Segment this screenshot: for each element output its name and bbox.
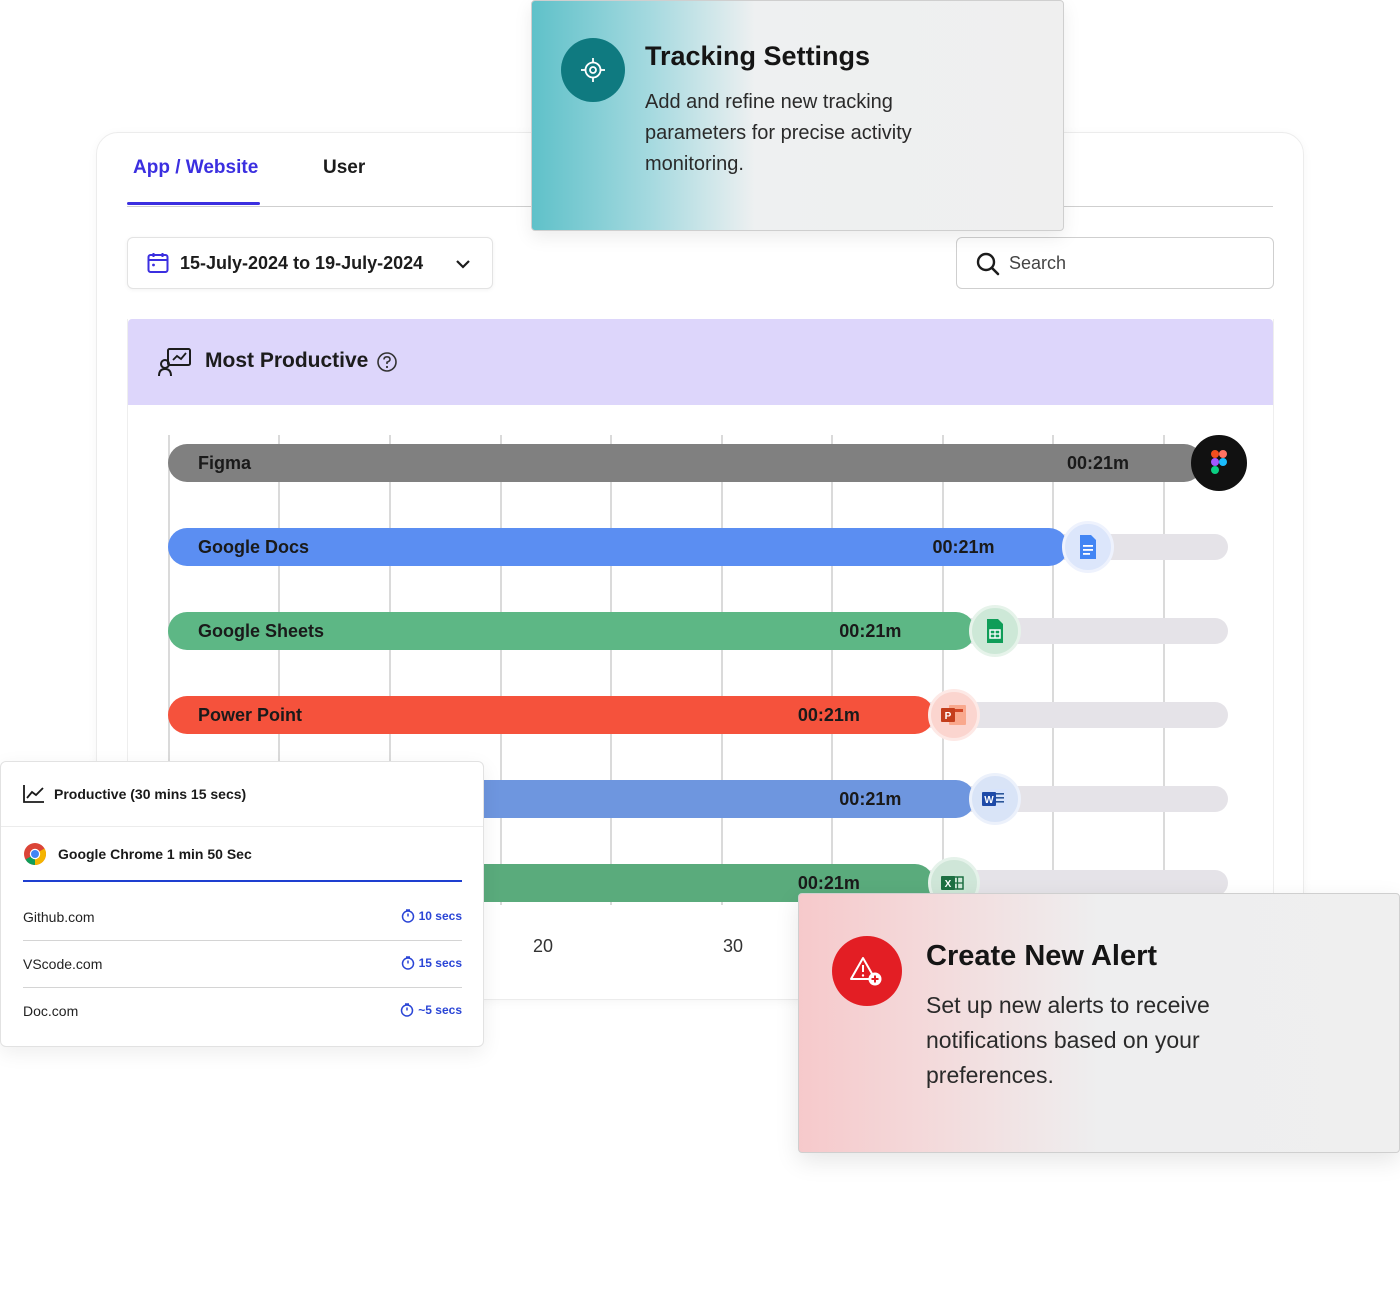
bar-value-label: 00:21m [839,621,902,641]
date-range-label: 15-July-2024 to 19-July-2024 [180,253,424,273]
x-tick-label: 30 [723,936,744,956]
app-icon [1062,521,1115,573]
gridline [942,435,944,905]
bar[interactable] [168,444,1203,482]
line-chart-icon [23,785,44,803]
create-alert-title: Create New Alert [926,940,1158,972]
presentation-user-icon [158,348,191,377]
app-icon [969,605,1022,657]
site-name: Github.com [23,909,95,925]
site-time-value: 10 secs [418,909,462,923]
gridline [610,435,612,905]
date-range-picker[interactable]: 15-July-2024 to 19-July-2024 [127,237,493,289]
tracking-settings-card[interactable]: Tracking Settings Add and refine new tra… [531,0,1064,231]
site-time-value: 15 secs [418,956,462,970]
svg-text:P: P [945,711,952,722]
bar-label: Google Sheets [198,621,325,641]
timer-icon [401,1003,414,1017]
calendar-icon [147,253,169,273]
gridline [500,435,502,905]
tab-user[interactable]: User [323,157,365,179]
bar-label: Figma [198,453,252,473]
app-icon [1191,435,1247,491]
bar-label: Google Docs [198,537,310,557]
svg-text:X: X [945,879,952,890]
list-item[interactable]: VScode.com 15 secs [23,941,462,988]
app-icon: P [927,689,980,741]
create-alert-description: Set up new alerts to receive notificatio… [926,992,1210,1088]
top-app-label: Google Chrome 1 min 50 Sec [58,846,252,862]
site-time: 10 secs [401,909,462,923]
top-app-row[interactable]: Google Chrome 1 min 50 Sec [23,840,462,882]
help-icon[interactable] [376,351,398,373]
bar-value-label: 00:21m [932,537,995,557]
gridline [1163,435,1165,905]
productive-header: Productive (30 mins 15 secs) [1,762,483,827]
timer-icon [401,956,414,970]
chevron-down-icon [456,260,470,269]
bar-value-label: 00:21m [839,789,902,809]
search-input[interactable] [1009,250,1259,276]
bar-label: Power Point [198,705,303,725]
tab-app-website[interactable]: App / Website [133,157,258,179]
tracking-settings-description: Add and refine new tracking parameters f… [645,91,912,175]
site-time-value: ~5 secs [418,1003,462,1017]
create-alert-card[interactable]: Create New Alert Set up new alerts to re… [798,893,1400,1153]
bar-value-label: 00:21m [797,873,860,893]
search-icon [976,252,1000,276]
productive-title: Productive (30 mins 15 secs) [54,786,247,802]
alert-add-icon [832,936,902,1006]
gridline [1052,435,1054,905]
most-productive-header: Most Productive [128,319,1273,405]
crosshair-icon [561,38,625,102]
site-name: Doc.com [23,1003,79,1019]
active-tab-underline [127,202,260,205]
most-productive-title: Most Productive [205,349,369,372]
app-icon: W [969,773,1022,825]
list-item[interactable]: Github.com 10 secs [23,894,462,941]
productive-popover: Productive (30 mins 15 secs) Google Chro… [0,761,484,1047]
svg-text:W: W [985,795,995,806]
bar-value-label: 00:21m [797,705,860,725]
site-time: 15 secs [401,956,462,970]
site-time: ~5 secs [400,1003,462,1017]
list-item[interactable]: Doc.com ~5 secs [23,988,462,1035]
site-name: VScode.com [23,956,103,972]
bar-value-label: 00:21m [1067,453,1130,473]
gridline [721,435,723,905]
timer-icon [401,909,414,923]
x-tick-label: 20 [533,936,554,956]
tracking-settings-title: Tracking Settings [645,41,871,71]
search-box[interactable] [956,237,1274,289]
chrome-icon [24,843,46,865]
gridline [831,435,833,905]
